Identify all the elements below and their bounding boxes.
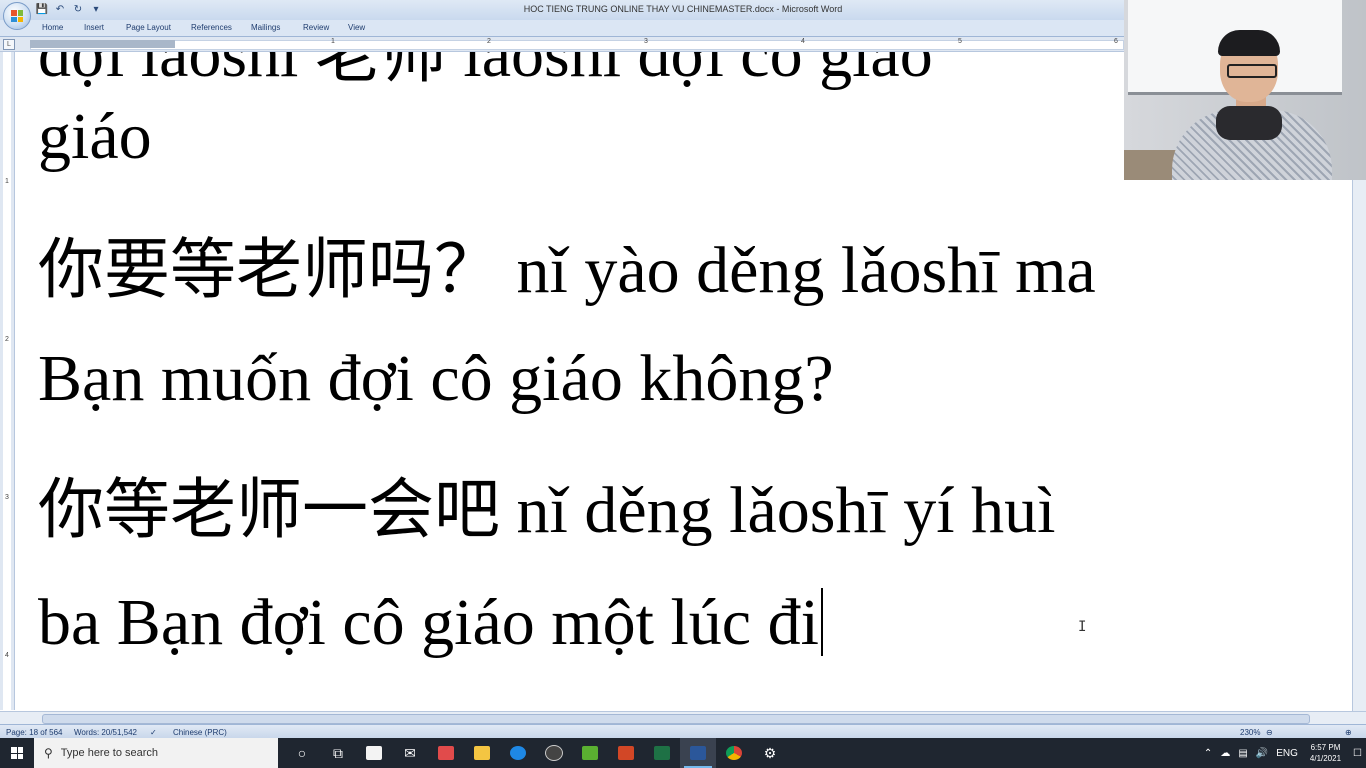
proofing-icon[interactable]: ✓ [150, 728, 157, 737]
powerpoint-icon[interactable] [608, 738, 644, 768]
scrollbar-thumb[interactable] [42, 714, 1310, 724]
document-line: ba Bạn đợi cô giáo một lúc đi [38, 586, 819, 659]
taskbar: ⚲ Type here to search ○ ⧉ ✉ ⚙ ⌃ ☁ ▤ 🔊 EN… [0, 738, 1366, 768]
document-line: 你等老师一会吧 nǐ děng lǎoshī yí huì [38, 474, 1056, 547]
vertical-ruler-bar [3, 52, 11, 710]
edge-icon[interactable] [500, 738, 536, 768]
tab-mailings[interactable]: Mailings [251, 23, 280, 32]
volume-icon[interactable]: 🔊 [1256, 748, 1268, 759]
folder-icon[interactable] [464, 738, 500, 768]
tab-home[interactable]: Home [42, 23, 63, 32]
presenter-hair [1218, 30, 1280, 56]
page-count[interactable]: Page: 18 of 564 [6, 728, 63, 737]
office-button[interactable] [3, 2, 31, 30]
notification-icon[interactable]: ☐ [1353, 748, 1362, 759]
system-tray: ⌃ ☁ ▤ 🔊 ENG 6:57 PM 4/1/2021 ☐ [1200, 738, 1366, 768]
ruler-number: 4 [5, 652, 9, 659]
language-indicator[interactable]: Chinese (PRC) [173, 728, 227, 737]
webcam-overlay [1124, 0, 1366, 180]
text-caret [820, 588, 823, 656]
ibeam-cursor-icon: I [1078, 619, 1087, 635]
windows-logo-icon [11, 747, 23, 759]
obs-icon[interactable] [536, 738, 572, 768]
tab-review[interactable]: Review [303, 23, 329, 32]
tab-insert[interactable]: Insert [84, 23, 104, 32]
zoom-level[interactable]: 230% [1240, 728, 1260, 737]
taskbar-apps: ○ ⧉ ✉ ⚙ [284, 738, 788, 768]
taskbar-search[interactable]: ⚲ Type here to search [34, 738, 278, 768]
horizontal-scrollbar[interactable] [0, 711, 1366, 724]
headset-icon [1216, 106, 1282, 140]
task-view-icon[interactable]: ⧉ [320, 738, 356, 768]
settings-icon[interactable]: ⚙ [752, 738, 788, 768]
vertical-ruler[interactable]: 1 2 3 4 [0, 52, 15, 710]
camtasia-icon[interactable] [572, 738, 608, 768]
chrome-icon[interactable] [716, 738, 752, 768]
tab-selector[interactable]: L [3, 39, 15, 50]
ruler-margin [30, 40, 175, 48]
tab-view[interactable]: View [348, 23, 365, 32]
tab-references[interactable]: References [191, 23, 232, 32]
document-line: giáo [38, 100, 152, 173]
document-line: Bạn muốn đợi cô giáo không? [38, 342, 834, 415]
status-bar: Page: 18 of 564 Words: 20/51,542 ✓ Chine… [0, 724, 1366, 739]
ruler-number: 3 [5, 494, 9, 501]
start-button[interactable] [0, 738, 34, 768]
document-line-with-caret: ba Bạn đợi cô giáo một lúc đi [38, 588, 823, 656]
office-logo-icon [11, 10, 23, 22]
ruler-number: 6 [1114, 38, 1118, 45]
cloud-icon[interactable]: ☁ [1220, 748, 1230, 759]
input-language[interactable]: ENG [1276, 748, 1298, 759]
zoom-out-icon[interactable]: ⊖ [1266, 728, 1273, 737]
ruler-number: 2 [5, 336, 9, 343]
ruler-number: 3 [644, 38, 648, 45]
store-icon[interactable] [356, 738, 392, 768]
network-icon[interactable]: ▤ [1238, 748, 1247, 759]
cortana-icon[interactable]: ○ [284, 738, 320, 768]
word-icon[interactable] [680, 738, 716, 768]
document-line: đợi lǎoshī 老师 lǎoshī đợi cô giáo [38, 52, 933, 91]
chevron-up-icon[interactable]: ⌃ [1204, 748, 1212, 759]
excel-icon[interactable] [644, 738, 680, 768]
ruler-number: 4 [801, 38, 805, 45]
ruler-number: 5 [958, 38, 962, 45]
tab-page-layout[interactable]: Page Layout [126, 23, 171, 32]
clock-date: 4/1/2021 [1309, 754, 1342, 763]
ruler-number: 1 [5, 178, 9, 185]
photos-icon[interactable] [428, 738, 464, 768]
search-icon: ⚲ [44, 746, 53, 760]
ruler-number: 2 [487, 38, 491, 45]
presenter-glasses [1227, 64, 1277, 78]
clock[interactable]: 6:57 PM 4/1/2021 [1310, 742, 1341, 764]
search-placeholder: Type here to search [60, 747, 159, 759]
zoom-in-icon[interactable]: ⊕ [1345, 728, 1352, 737]
clock-time: 6:57 PM [1310, 743, 1341, 752]
ruler-number: 1 [331, 38, 335, 45]
word-count[interactable]: Words: 20/51,542 [74, 728, 137, 737]
document-line: 你要等老师吗？ nǐ yào děng lǎoshī ma [38, 234, 1096, 307]
mail-icon[interactable]: ✉ [392, 738, 428, 768]
